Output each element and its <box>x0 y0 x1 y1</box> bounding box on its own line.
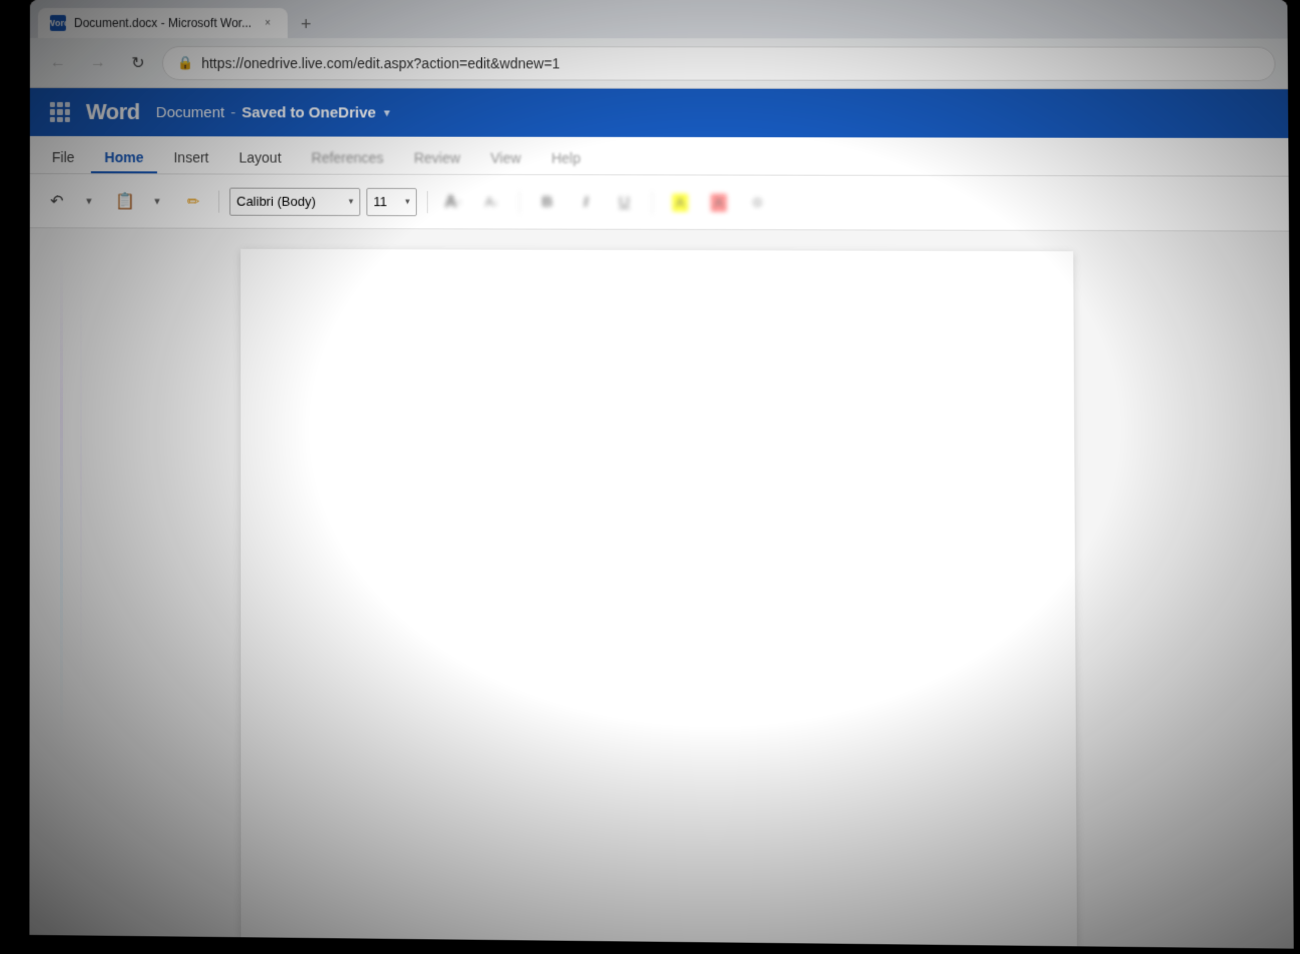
undo-icon: ↶ <box>50 191 63 211</box>
document-title-area: Document - Saved to OneDrive ▾ <box>156 104 390 121</box>
lock-icon: 🔒 <box>177 55 193 71</box>
url-text: https://onedrive.live.com/edit.aspx?acti… <box>201 55 559 71</box>
clipboard-icon: 📋 <box>115 191 135 211</box>
decrease-font-icon: A <box>485 194 494 209</box>
toolbar-sep-1 <box>218 190 219 212</box>
title-chevron-icon[interactable]: ▾ <box>384 105 390 119</box>
format-painter-button[interactable]: ✏ <box>178 186 208 216</box>
grid-dot-3 <box>65 102 70 107</box>
ribbon-tabs: File Home Insert Layout References Revie… <box>30 136 1289 177</box>
document-name[interactable]: Document <box>156 104 225 121</box>
font-family-value: Calibri (Body) <box>236 194 315 209</box>
word-header-bar: Word Document - Saved to OneDrive ▾ <box>30 88 1288 138</box>
font-size-arrow-icon: ▾ <box>405 196 410 207</box>
document-area <box>29 228 1293 948</box>
tab-layout[interactable]: Layout <box>225 143 295 173</box>
underline-button[interactable]: U <box>609 187 640 217</box>
word-favicon-letter: Word <box>47 18 70 28</box>
tab-help[interactable]: Help <box>537 144 595 174</box>
text-formatting-group: A ↑ A ↓ B I U A A <box>438 187 773 218</box>
font-family-selector[interactable]: Calibri (Body) ▾ <box>229 187 360 215</box>
tab-layout-label: Layout <box>239 149 281 165</box>
clipboard-group: 📋 ▾ <box>110 186 172 216</box>
grid-dot-1 <box>50 102 55 107</box>
highlight-color-button[interactable]: A <box>665 187 696 217</box>
increase-font-super-icon: ↑ <box>457 197 462 207</box>
decrease-font-super-icon: ↓ <box>494 197 499 207</box>
grid-dot-7 <box>50 117 55 122</box>
address-input[interactable]: 🔒 https://onedrive.live.com/edit.aspx?ac… <box>162 46 1275 81</box>
save-status: Saved to OneDrive <box>242 104 376 121</box>
tab-home[interactable]: Home <box>91 143 158 173</box>
tab-review-label: Review <box>414 150 460 166</box>
grid-dot-6 <box>65 109 70 114</box>
extra-format-icon: ⚙ <box>751 194 763 210</box>
tab-file[interactable]: File <box>38 143 89 173</box>
italic-icon: I <box>584 193 588 210</box>
tab-title: Document.docx - Microsoft Wor... <box>74 16 252 30</box>
toolbar-sep-3 <box>519 191 520 213</box>
grid-dot-2 <box>57 102 62 107</box>
font-color-button[interactable]: A <box>703 187 734 217</box>
back-button[interactable]: ← <box>42 47 74 79</box>
tab-references[interactable]: References <box>297 144 397 174</box>
undo-group: ↶ ▾ <box>42 186 104 216</box>
tab-references-label: References <box>311 150 383 166</box>
undo-button[interactable]: ↶ <box>42 186 72 216</box>
address-bar-row: ← → ↻ 🔒 https://onedrive.live.com/edit.a… <box>30 38 1288 89</box>
forward-button[interactable]: → <box>82 47 114 79</box>
tab-view[interactable]: View <box>476 144 535 174</box>
clipboard-dropdown[interactable]: ▾ <box>142 186 172 216</box>
home-toolbar: ↶ ▾ 📋 ▾ ✏ Calibri (Body) ▾ 11 ▾ <box>30 174 1289 231</box>
tab-insert-label: Insert <box>174 149 209 165</box>
tab-home-label: Home <box>105 149 144 165</box>
toolbar-sep-4 <box>652 191 653 213</box>
new-tab-button[interactable]: + <box>292 10 320 38</box>
tab-close-button[interactable]: × <box>260 15 276 31</box>
browser-window: Word Document.docx - Microsoft Wor... × … <box>29 0 1293 949</box>
font-size-value: 11 <box>373 194 387 209</box>
word-logo: Word <box>86 99 140 125</box>
grid-dot-4 <box>50 109 55 114</box>
refresh-button[interactable]: ↻ <box>122 47 154 79</box>
decrease-font-button[interactable]: A ↓ <box>476 187 506 217</box>
underline-icon: U <box>619 194 630 211</box>
tab-review[interactable]: Review <box>400 144 475 174</box>
apps-grid-button[interactable] <box>46 98 74 126</box>
increase-font-icon: A <box>445 192 457 212</box>
format-painter-icon: ✏ <box>187 192 200 210</box>
tab-file-label: File <box>52 149 75 165</box>
grid-dot-5 <box>57 109 62 114</box>
document-page[interactable] <box>241 249 1078 949</box>
grid-dot-9 <box>65 117 70 122</box>
clipboard-button[interactable]: 📋 <box>110 186 140 216</box>
browser-tab-bar: Word Document.docx - Microsoft Wor... × … <box>30 0 1288 39</box>
grid-dot-8 <box>57 117 62 122</box>
italic-button[interactable]: I <box>571 187 601 217</box>
tab-insert[interactable]: Insert <box>160 143 223 173</box>
undo-dropdown[interactable]: ▾ <box>74 186 104 216</box>
bold-button[interactable]: B <box>532 187 562 217</box>
toolbar-sep-2 <box>427 191 428 213</box>
font-family-arrow-icon: ▾ <box>349 196 354 207</box>
title-separator: - <box>231 104 236 121</box>
tab-help-label: Help <box>551 150 580 166</box>
font-size-selector[interactable]: 11 ▾ <box>366 187 416 215</box>
tab-favicon-word: Word <box>50 15 66 31</box>
extra-format-button[interactable]: ⚙ <box>742 187 773 217</box>
font-color-icon: A <box>711 193 727 211</box>
tab-view-label: View <box>491 150 521 166</box>
active-tab[interactable]: Word Document.docx - Microsoft Wor... × <box>38 8 288 38</box>
bold-icon: B <box>542 193 553 210</box>
increase-font-button[interactable]: A ↑ <box>438 187 468 217</box>
highlight-icon: A <box>672 193 688 211</box>
